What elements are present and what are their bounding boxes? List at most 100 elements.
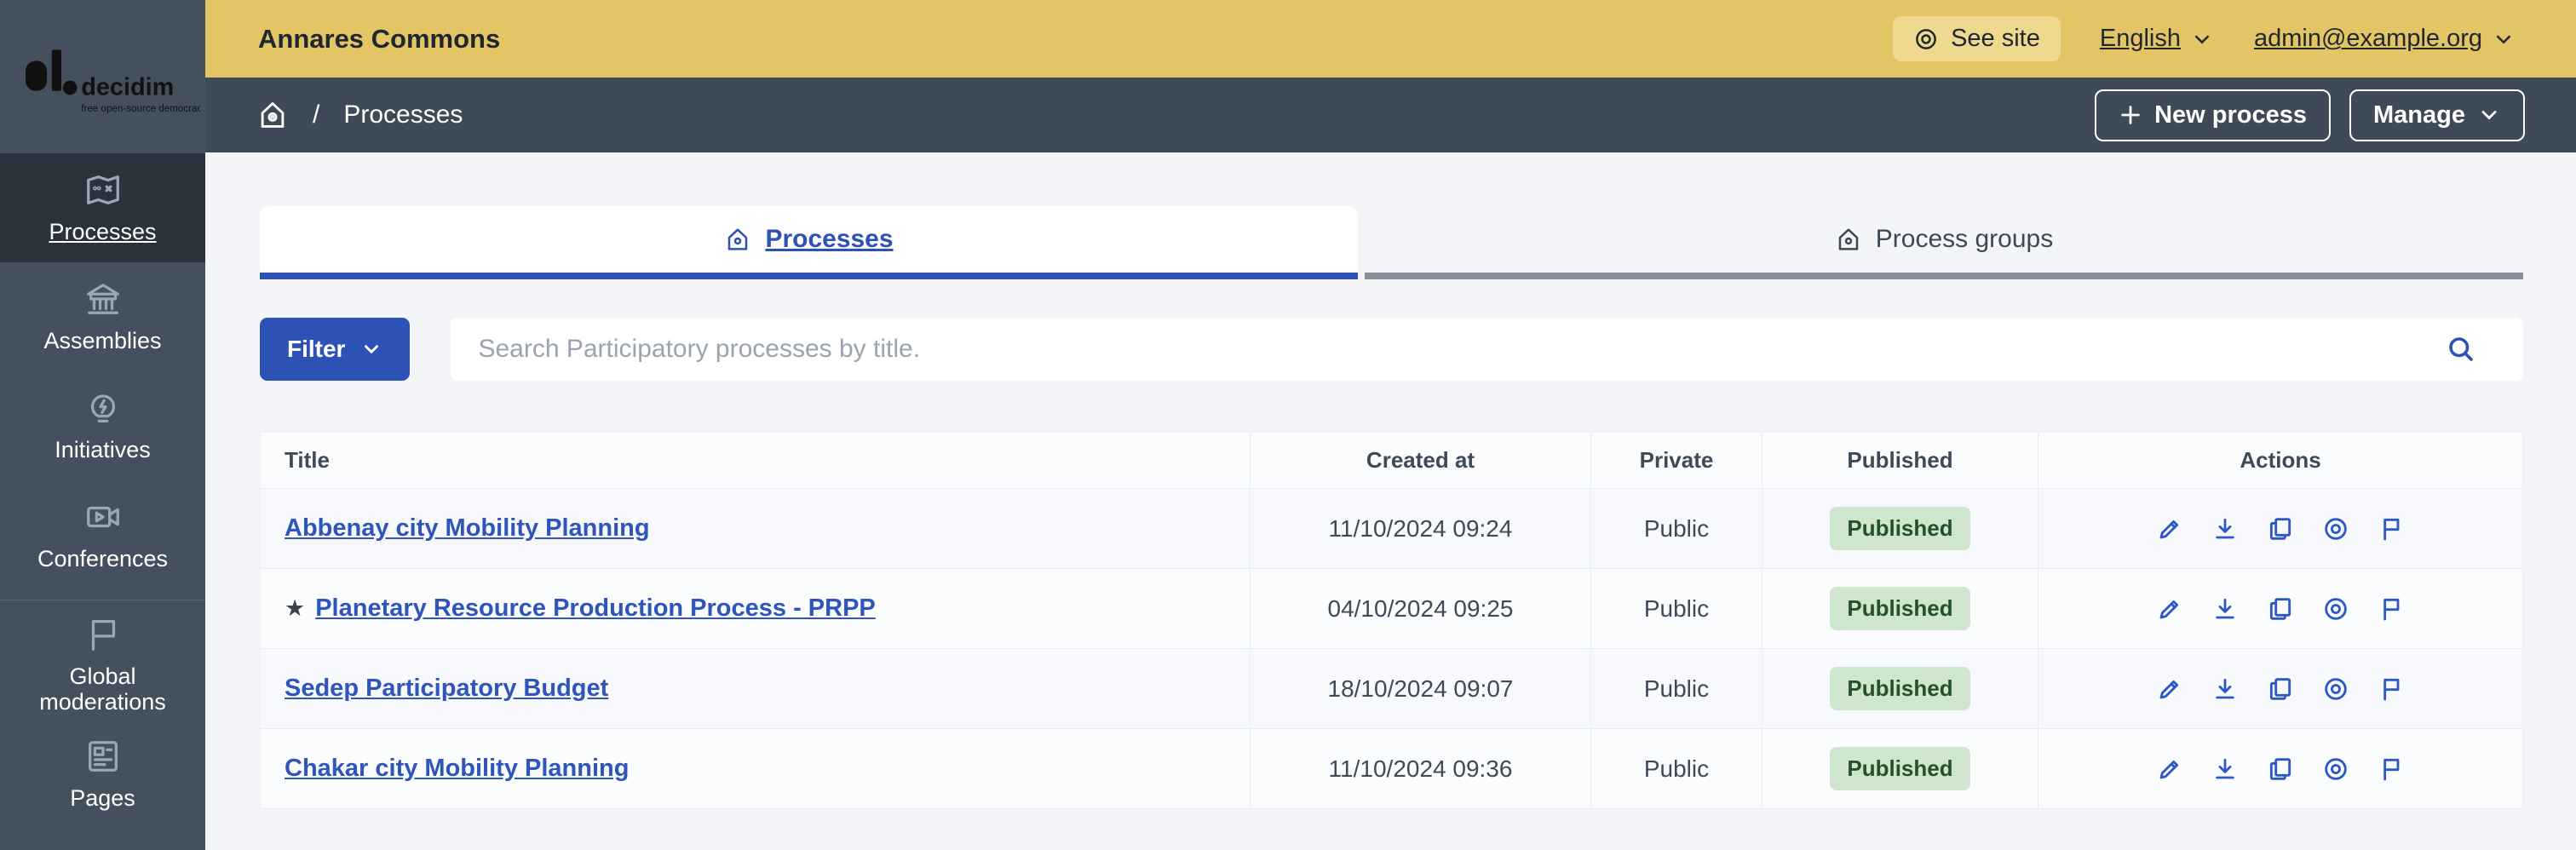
breadcrumb: / Processes xyxy=(256,99,463,131)
table-header-row: Title Created at Private Published Actio… xyxy=(261,433,2522,488)
sidebar-item-label: Assemblies xyxy=(43,328,162,354)
published-cell: Published xyxy=(1762,489,2038,568)
download-icon[interactable] xyxy=(2211,755,2239,783)
home-icon[interactable] xyxy=(256,99,289,131)
published-badge: Published xyxy=(1830,587,1970,630)
duplicate-icon[interactable] xyxy=(2267,675,2294,703)
download-icon[interactable] xyxy=(2211,595,2239,623)
breadcrumb-separator: / xyxy=(313,101,320,129)
published-badge: Published xyxy=(1830,507,1970,550)
sidebar-item-conferences[interactable]: Conferences xyxy=(0,480,205,589)
sidebar-item-pages[interactable]: Pages xyxy=(0,720,205,829)
tab-label: Processes xyxy=(765,225,894,253)
col-title: Title xyxy=(285,447,330,473)
published-badge: Published xyxy=(1830,667,1970,710)
col-private: Private xyxy=(1590,433,1762,488)
actions-cell xyxy=(2038,729,2522,808)
filter-label: Filter xyxy=(287,336,346,362)
organization-title: Annares Commons xyxy=(258,23,501,54)
video-camera-icon xyxy=(86,506,119,528)
published-cell: Published xyxy=(1762,649,2038,728)
moderation-flag-icon[interactable] xyxy=(2378,755,2405,783)
tab-processes[interactable]: Processes xyxy=(260,206,1358,279)
lightbulb-icon xyxy=(90,394,115,423)
admin-header: / Processes New process Manage xyxy=(205,78,2576,152)
tab-process-groups[interactable]: Process groups xyxy=(1365,206,2523,279)
table-row: Sedep Participatory Budget 18/10/2024 09… xyxy=(261,648,2522,728)
row-actions xyxy=(2156,755,2405,783)
map-icon xyxy=(86,175,119,205)
moderation-flag-icon[interactable] xyxy=(2378,515,2405,543)
sidebar-nav: Processes Assemblies Initiatives Confere… xyxy=(0,153,205,829)
created-at-cell: 11/10/2024 09:36 xyxy=(1250,729,1590,808)
edit-icon[interactable] xyxy=(2156,515,2183,543)
process-link[interactable]: Sedep Participatory Budget xyxy=(285,675,608,703)
duplicate-icon[interactable] xyxy=(2267,595,2294,623)
manage-button[interactable]: Manage xyxy=(2349,89,2525,141)
filter-button[interactable]: Filter xyxy=(260,318,411,381)
tab-label: Process groups xyxy=(1875,225,2054,253)
eye-target-icon xyxy=(1916,28,1936,49)
language-menu[interactable]: English xyxy=(2100,25,2215,53)
actions-cell xyxy=(2038,489,2522,568)
preview-icon[interactable] xyxy=(2322,675,2349,703)
private-cell: Public xyxy=(1590,489,1762,568)
filter-row: Filter xyxy=(260,318,2523,381)
row-actions xyxy=(2156,675,2405,703)
topbar-links: See site English admin@example.org xyxy=(1893,16,2516,61)
new-process-button[interactable]: New process xyxy=(2095,89,2332,141)
preview-icon[interactable] xyxy=(2322,595,2349,623)
search-icon[interactable] xyxy=(2446,334,2476,365)
created-at-cell: 04/10/2024 09:25 xyxy=(1250,569,1590,648)
sidebar-item-initiatives[interactable]: Initiatives xyxy=(0,371,205,480)
private-cell: Public xyxy=(1590,649,1762,728)
process-link[interactable]: Abbenay city Mobility Planning xyxy=(285,514,650,543)
sidebar-item-global-moderations[interactable]: Global moderations xyxy=(0,611,205,720)
sidebar-item-label: Initiatives xyxy=(55,437,151,463)
svg-text:free open-source democracy: free open-source democracy xyxy=(81,103,200,114)
account-menu[interactable]: admin@example.org xyxy=(2254,25,2516,53)
home-icon xyxy=(728,228,748,250)
star-icon: ★ xyxy=(285,595,306,621)
manage-label: Manage xyxy=(2373,101,2465,129)
process-link[interactable]: Planetary Resource Production Process - … xyxy=(315,594,876,623)
private-cell: Public xyxy=(1590,729,1762,808)
search-wrap xyxy=(451,318,2523,381)
edit-icon[interactable] xyxy=(2156,675,2183,703)
sidebar-item-assemblies[interactable]: Assemblies xyxy=(0,262,205,371)
moderation-flag-icon[interactable] xyxy=(2378,675,2405,703)
col-actions: Actions xyxy=(2038,433,2522,488)
created-at-cell: 18/10/2024 09:07 xyxy=(1250,649,1590,728)
decidim-logo[interactable]: decidim free open-source democracy xyxy=(0,0,205,153)
title-cell: Chakar city Mobility Planning xyxy=(261,729,1250,808)
tabs: Processes Process groups xyxy=(260,206,2523,279)
duplicate-icon[interactable] xyxy=(2267,515,2294,543)
svg-text:decidim: decidim xyxy=(81,73,174,101)
download-icon[interactable] xyxy=(2211,675,2239,703)
main-content: Processes Process groups Filter Search P… xyxy=(205,152,2576,850)
search-input[interactable] xyxy=(451,318,2523,381)
chevron-down-icon xyxy=(2481,111,2497,120)
processes-table: Title Created at Private Published Actio… xyxy=(260,432,2523,809)
flag-icon xyxy=(91,620,115,652)
table-row: ★ Planetary Resource Production Process … xyxy=(261,568,2522,648)
private-cell: Public xyxy=(1590,569,1762,648)
edit-icon[interactable] xyxy=(2156,595,2183,623)
download-icon[interactable] xyxy=(2211,515,2239,543)
sidebar-item-processes[interactable]: Processes xyxy=(0,153,205,262)
chevron-down-icon xyxy=(2496,34,2511,44)
sidebar-item-label: Pages xyxy=(70,785,135,812)
created-at-cell: 11/10/2024 09:24 xyxy=(1250,489,1590,568)
title-cell: ★ Planetary Resource Production Process … xyxy=(261,569,1250,648)
see-site-button[interactable]: See site xyxy=(1893,16,2061,61)
preview-icon[interactable] xyxy=(2322,755,2349,783)
page-icon xyxy=(88,741,118,772)
edit-icon[interactable] xyxy=(2156,755,2183,783)
process-link[interactable]: Chakar city Mobility Planning xyxy=(285,755,629,783)
moderation-flag-icon[interactable] xyxy=(2378,595,2405,623)
plus-icon xyxy=(2121,106,2140,124)
duplicate-icon[interactable] xyxy=(2267,755,2294,783)
preview-icon[interactable] xyxy=(2322,515,2349,543)
row-actions xyxy=(2156,515,2405,543)
sidebar-item-label: Global moderations xyxy=(39,663,166,715)
